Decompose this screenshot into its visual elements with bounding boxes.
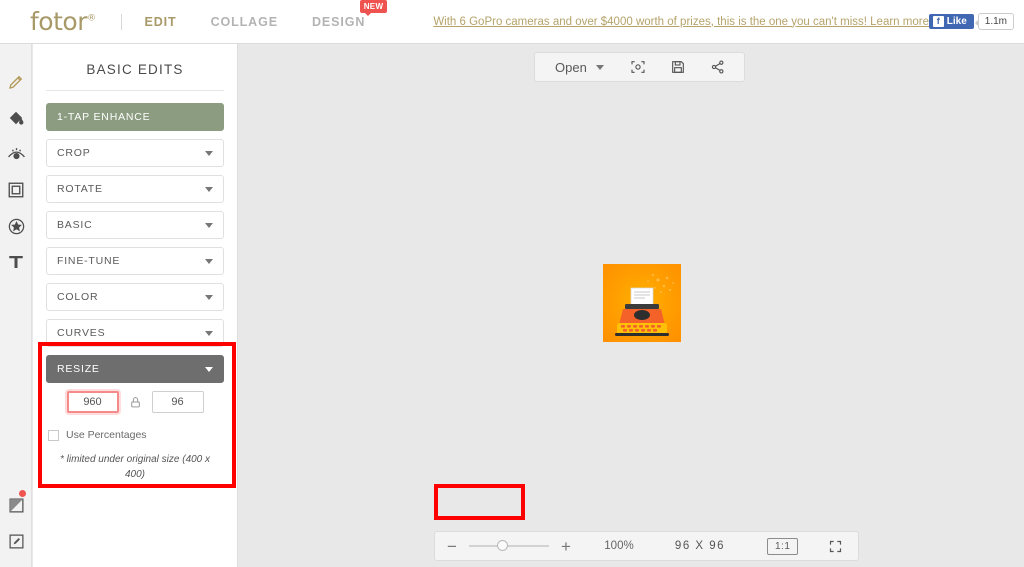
tool-label-crop: CROP xyxy=(57,147,91,159)
one-tap-enhance-label: 1-TAP ENHANCE xyxy=(57,111,151,123)
tool-row-fine-tune[interactable]: FINE-TUNE xyxy=(46,247,224,275)
rail-bottom-group xyxy=(0,487,32,559)
tool-row-resize[interactable]: RESIZE xyxy=(46,355,224,383)
one-tap-enhance-button[interactable]: 1-TAP ENHANCE xyxy=(46,103,224,131)
open-label: Open xyxy=(555,59,587,75)
zoom-slider-knob[interactable] xyxy=(497,540,509,551)
notification-dot xyxy=(19,490,26,497)
tool-row-basic[interactable]: BASIC xyxy=(46,211,224,239)
fotor-logo[interactable]: fotor® xyxy=(30,7,96,36)
zoom-slider-track xyxy=(469,545,549,547)
chevron-down-icon xyxy=(205,258,213,264)
fullscreen-icon[interactable] xyxy=(828,539,843,554)
canvas-toolbar: Open xyxy=(534,52,745,82)
tool-label-rotate: ROTATE xyxy=(57,183,103,195)
text-tool-icon[interactable] xyxy=(0,244,32,280)
nav-label-design: DESIGN xyxy=(311,14,366,29)
nav-item-edit[interactable]: EDIT xyxy=(144,15,176,29)
tool-row-color[interactable]: COLOR xyxy=(46,283,224,311)
use-percentages-row[interactable]: Use Percentages xyxy=(46,429,224,441)
chevron-down-icon xyxy=(205,150,213,156)
chevron-down-icon xyxy=(205,330,213,336)
new-badge: NEW xyxy=(359,0,388,16)
save-icon[interactable] xyxy=(658,53,698,81)
use-percentages-checkbox[interactable] xyxy=(48,429,59,441)
tool-label-curves: CURVES xyxy=(57,327,106,339)
chevron-down-icon xyxy=(205,186,213,192)
beauty-eye-icon[interactable] xyxy=(0,136,32,172)
image-notification-icon[interactable] xyxy=(0,487,32,523)
facebook-like-label: Like xyxy=(946,16,967,27)
tool-row-curves[interactable]: CURVES xyxy=(46,319,224,347)
logo-registered-mark: ® xyxy=(86,13,96,24)
lock-icon[interactable] xyxy=(129,396,142,409)
chevron-down-icon xyxy=(205,294,213,300)
tool-label-resize: RESIZE xyxy=(57,363,100,375)
pencil-icon[interactable] xyxy=(0,64,32,100)
resize-width-input[interactable] xyxy=(66,391,119,413)
tool-rail xyxy=(0,44,32,567)
size-limit-note: * limited under original size (400 x 400… xyxy=(59,454,211,480)
header-divider xyxy=(121,13,123,30)
panel-title: BASIC EDITS xyxy=(86,62,184,77)
canvas-dimensions-label: 96 X 96 xyxy=(674,540,726,552)
use-percentages-label: Use Percentages xyxy=(66,429,147,441)
tool-label-basic: BASIC xyxy=(57,219,93,231)
tool-list: 1-TAP ENHANCE CROP ROTATE BASIC FINE-TUN… xyxy=(33,103,237,383)
open-button[interactable]: Open xyxy=(541,60,618,75)
canvas-bottom-bar: − + 100% 96 X 96 1:1 xyxy=(434,531,859,561)
paint-bucket-icon[interactable] xyxy=(0,100,32,136)
nav-item-design[interactable]: DESIGN NEW xyxy=(311,0,388,29)
edit-square-icon[interactable] xyxy=(0,523,32,559)
tool-label-fine-tune: FINE-TUNE xyxy=(57,255,121,267)
sticker-star-icon[interactable] xyxy=(0,208,32,244)
dimension-row xyxy=(46,391,224,413)
nav-label-edit: EDIT xyxy=(144,14,177,29)
canvas-area: Open − + 100% 96 X 96 1:1 xyxy=(239,44,1024,567)
actual-size-button[interactable]: 1:1 xyxy=(767,537,799,555)
facebook-icon: f xyxy=(932,16,944,27)
chevron-down-icon xyxy=(205,222,213,228)
basic-edits-panel: BASIC EDITS 1-TAP ENHANCE CROP ROTATE BA… xyxy=(33,44,238,567)
resize-options: Use Percentages * limited under original… xyxy=(33,391,237,482)
logo-text: fotor xyxy=(30,7,87,36)
zoom-out-button[interactable]: − xyxy=(435,538,469,555)
facebook-widget: f Like 1.1m xyxy=(928,13,1014,30)
zoom-slider[interactable] xyxy=(469,536,549,556)
zoom-percent-label: 100% xyxy=(604,540,634,552)
canvas-photo[interactable] xyxy=(603,264,681,342)
tool-row-rotate[interactable]: ROTATE xyxy=(46,175,224,203)
share-icon[interactable] xyxy=(698,53,738,81)
app-header: fotor® EDIT COLLAGE DESIGN NEW With 6 Go… xyxy=(0,0,1024,44)
zoom-in-button[interactable]: + xyxy=(549,538,583,555)
tool-label-color: COLOR xyxy=(57,291,99,303)
nav-label-collage: COLLAGE xyxy=(210,14,278,29)
facebook-like-count: 1.1m xyxy=(974,13,1014,30)
main-nav: EDIT COLLAGE DESIGN NEW xyxy=(144,0,388,29)
facebook-like-button[interactable]: f Like xyxy=(928,14,974,29)
resize-height-input[interactable] xyxy=(151,391,204,413)
tool-row-crop[interactable]: CROP xyxy=(46,139,224,167)
focus-icon[interactable] xyxy=(618,53,658,81)
nav-item-collage[interactable]: COLLAGE xyxy=(211,15,278,29)
frame-icon[interactable] xyxy=(0,172,32,208)
panel-divider xyxy=(46,90,224,91)
chevron-down-icon xyxy=(205,366,213,372)
promo-banner-link[interactable]: With 6 GoPro cameras and over $4000 wort… xyxy=(433,16,969,28)
fotor-editor-app: fotor® EDIT COLLAGE DESIGN NEW With 6 Go… xyxy=(0,0,1024,567)
chevron-down-icon xyxy=(595,64,604,70)
